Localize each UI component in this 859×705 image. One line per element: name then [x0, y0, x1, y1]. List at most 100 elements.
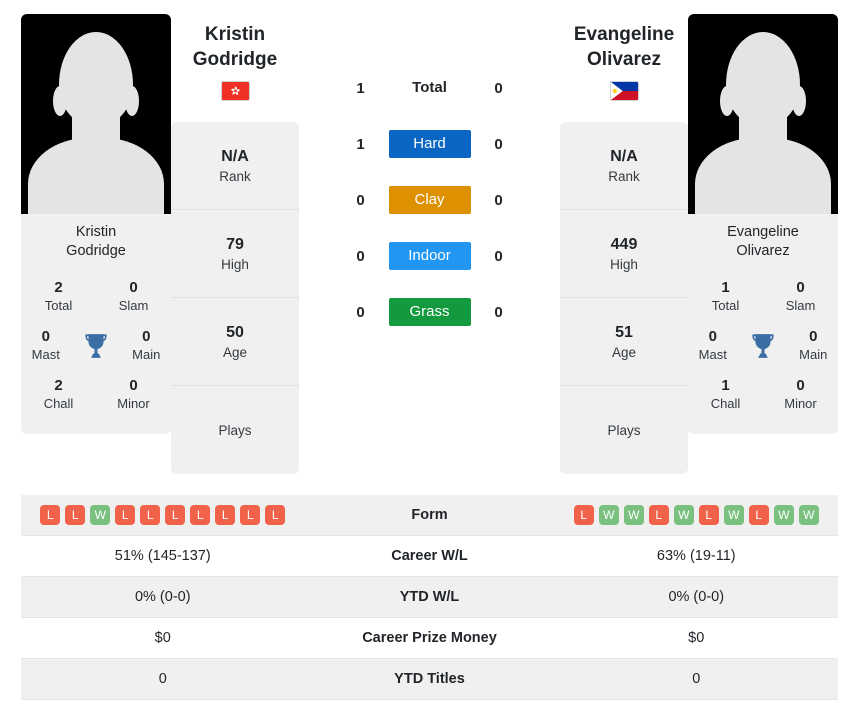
stat-minor-value: 0	[129, 377, 138, 394]
info-age-value: 50	[226, 323, 244, 341]
form-badge-loss: L	[748, 505, 769, 525]
stat-main: 0 Main	[122, 322, 172, 371]
stat-minor: 0 Minor	[96, 371, 171, 420]
avatar-shoulders	[695, 138, 831, 214]
table-row-career-wl: 51% (145-137) Career W/L 63% (19-11)	[21, 536, 838, 577]
form-badge-win: W	[90, 505, 111, 525]
stat-chall-value: 1	[721, 377, 730, 394]
caption-line-1: Kristin	[75, 224, 117, 240]
left-prize-money-value: $0	[154, 630, 171, 646]
info-high: 79 High	[171, 210, 299, 298]
avatar-ear-right	[792, 86, 806, 116]
trophy-icon	[85, 333, 107, 358]
right-player-titles-grid: 1 Total 0 Slam 0 Mast 0 Main 1 Chall 0 M…	[688, 271, 838, 434]
surface-row-hard: 1 Hard 0	[299, 116, 560, 172]
stat-total-value: 1	[721, 279, 730, 296]
avatar-shoulders	[28, 138, 164, 214]
stat-minor-label: Minor	[117, 396, 150, 411]
avatar-ear-right	[125, 86, 139, 116]
form-badge-win: W	[673, 505, 694, 525]
stat-slam-value: 0	[129, 279, 138, 296]
info-plays-label: Plays	[607, 422, 641, 438]
surface-indoor-right-score: 0	[494, 247, 503, 265]
info-high-label: High	[610, 256, 638, 272]
stat-minor: 0 Minor	[763, 371, 838, 420]
stat-slam: 0 Slam	[763, 273, 838, 322]
form-badge-loss: L	[648, 505, 669, 525]
left-player-titles-grid: 2 Total 0 Slam 0 Mast 0 Main 2 Chall 0 M…	[21, 271, 171, 434]
right-player-name-line-1: Evangeline	[573, 24, 675, 45]
form-badge-loss: L	[40, 505, 61, 525]
surface-indoor-badge[interactable]: Indoor	[388, 242, 471, 270]
form-badge-loss: L	[165, 505, 186, 525]
stat-slam-label: Slam	[785, 298, 816, 313]
info-rank-label: Rank	[608, 168, 640, 184]
trophy-icon-cell	[738, 322, 789, 371]
surface-grass-badge[interactable]: Grass	[388, 298, 471, 326]
info-rank: N/A Rank	[560, 122, 688, 210]
info-rank-label: Rank	[219, 168, 251, 184]
stat-mast-label: Mast	[31, 347, 60, 362]
table-row-career-prize-money: $0 Career Prize Money $0	[21, 618, 838, 659]
stat-mast-value: 0	[708, 328, 717, 345]
table-row-form: LLWLLLLLLL Form LWWLWLWLWW	[21, 495, 838, 536]
surface-row-indoor: 0 Indoor 0	[299, 228, 560, 284]
stat-total-label: Total	[711, 298, 740, 313]
stat-chall-label: Chall	[710, 396, 741, 411]
left-player-photo-card[interactable]: Kristin Godridge 2 Total 0 Slam 0 Mast 0…	[21, 14, 171, 434]
stat-main-label: Main	[132, 347, 161, 362]
form-badge-win: W	[798, 505, 819, 525]
right-player-form: LWWLWLWLWW	[555, 495, 839, 535]
surface-titles-column: 1 Total 0 1 Hard 0 0 Clay 0 0 Indoor 0 0	[299, 14, 560, 340]
info-high-value: 449	[610, 235, 638, 253]
stat-mast-value: 0	[41, 328, 50, 345]
info-high: 449 High	[560, 210, 688, 298]
right-player-name[interactable]: Evangeline Olivarez	[560, 14, 688, 72]
stat-total-value: 2	[54, 279, 63, 296]
left-player-name-line-2: Godridge	[192, 49, 278, 70]
stat-slam-label: Slam	[118, 298, 149, 313]
surface-grass-left-score: 0	[356, 303, 365, 321]
info-rank: N/A Rank	[171, 122, 299, 210]
surface-hard-badge[interactable]: Hard	[388, 130, 471, 158]
left-player-photo-caption: Kristin Godridge	[21, 214, 171, 271]
left-ytd-titles-value: 0	[158, 671, 167, 687]
info-rank-value: N/A	[610, 147, 638, 165]
avatar-ear-left	[720, 86, 734, 116]
surface-clay-badge[interactable]: Clay	[388, 186, 471, 214]
stat-total-label: Total	[44, 298, 73, 313]
right-player-photo-card[interactable]: Evangeline Olivarez 1 Total 0 Slam 0 Mas…	[688, 14, 838, 434]
info-plays-label: Plays	[218, 422, 252, 438]
avatar-ear-left	[53, 86, 67, 116]
hong-kong-flag-icon	[220, 81, 250, 101]
stat-main: 0 Main	[789, 322, 839, 371]
stat-mast-label: Mast	[698, 347, 727, 362]
form-badge-loss: L	[573, 505, 594, 525]
comparison-stats-table: LLWLLLLLLL Form LWWLWLWLWW 51% (145-137)…	[21, 495, 838, 700]
form-badge-loss: L	[140, 505, 161, 525]
info-age-label: Age	[222, 344, 248, 360]
surface-total-label: Total	[412, 79, 447, 96]
stat-main-value: 0	[142, 328, 151, 345]
left-player-flag-wrap	[171, 81, 299, 101]
surface-row-clay: 0 Clay 0	[299, 172, 560, 228]
stat-minor-value: 0	[796, 377, 805, 394]
table-row-ytd-titles: 0 YTD Titles 0	[21, 659, 838, 700]
info-age: 51 Age	[560, 298, 688, 386]
stat-main-label: Main	[799, 347, 828, 362]
right-player-info-box: N/A Rank 449 High 51 Age Plays	[560, 122, 688, 474]
stat-slam: 0 Slam	[96, 273, 171, 322]
trophy-icon-cell	[71, 322, 122, 371]
form-badge-loss: L	[240, 505, 261, 525]
caption-line-1: Evangeline	[727, 224, 799, 240]
row-label-ytd-wl: YTD W/L	[399, 589, 460, 605]
form-badge-loss: L	[190, 505, 211, 525]
right-player-name-line-2: Olivarez	[587, 49, 661, 70]
form-badge-win: W	[623, 505, 644, 525]
right-player-photo-caption: Evangeline Olivarez	[688, 214, 838, 271]
info-plays: Plays	[171, 386, 299, 474]
left-player-name[interactable]: Kristin Godridge	[171, 14, 299, 72]
surface-hard-right-score: 0	[494, 135, 503, 153]
right-player-flag-wrap	[560, 81, 688, 101]
info-rank-value: N/A	[221, 147, 249, 165]
